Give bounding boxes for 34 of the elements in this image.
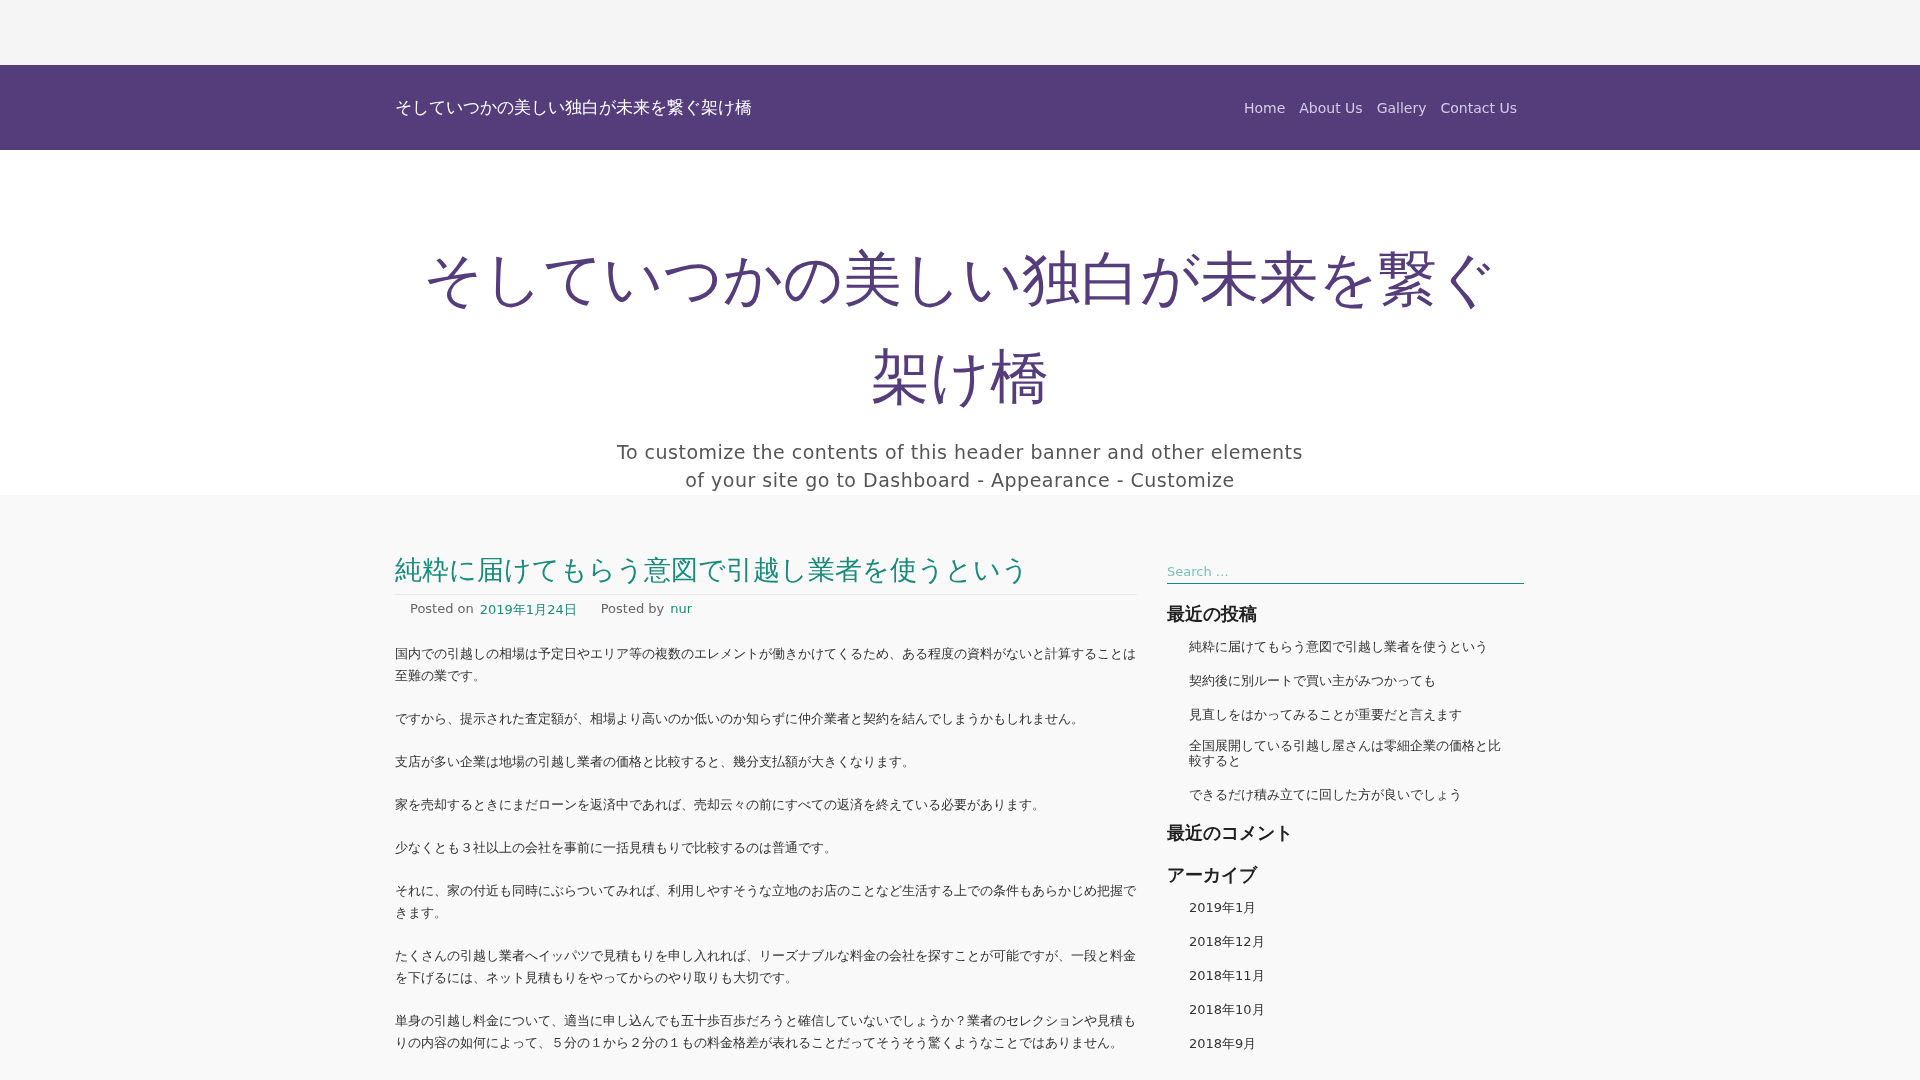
author-link[interactable]: nur	[670, 601, 693, 619]
post-title-link[interactable]: 純粋に届けてもらう意図で引越し業者を使うという	[395, 550, 1137, 595]
post-paragraph: 家を売却するときにまだローンを返済中であれば、売却云々の前にすべての返済を終えている必要があります。	[395, 796, 1046, 814]
widget-heading: 最近の投稿	[1167, 602, 1258, 626]
archive-link[interactable]: 2018年12月	[1189, 934, 1265, 949]
recent-post-link[interactable]: 契約後に別ルートで買い主がみつかっても	[1189, 673, 1436, 688]
posted-on-label: Posted on	[410, 601, 474, 618]
post-paragraph: 単身の引越し料金について、適当に申し込んでも五十歩百歩だろうと確信していないでしょうか？業者のセレクションや見積もりの内容の如何によって、５分の１から２分の１もの料金格差が表れることだってそうそう驚くようなことではありません。	[395, 1012, 1137, 1052]
post-paragraph: 国内での引越しの相場は予定日やエリア等の複数のエレメントが働きかけてくるため、ある程度の資料がないと計算することは至難の業です。	[395, 645, 1137, 685]
menu-link[interactable]: Contact Us	[1440, 95, 1517, 120]
archive-link[interactable]: 2018年9月	[1189, 1036, 1257, 1051]
banner-title: そしていつかの美しい独白が未来を繋ぐ架け橋	[422, 243, 1498, 413]
recent-post-link[interactable]: 全国展開している引越し屋さんは零細企業の価格と比較すると	[1189, 738, 1509, 768]
banner-description: To customize the contents of this header banner and other elements of your site go to Dashboard - Appearance - Customize	[616, 440, 1304, 493]
post-paragraph: たくさんの引越し業者へイッパツで見積もりを申し入れれば、リーズナブルな料金の会社を探すことが可能ですが、一段と料金を下げるには、ネット見積もりをやってからのやり取りも大切です。	[395, 947, 1137, 987]
post-paragraph: ですから、提示された査定額が、相場より高いのか低いのか知らずに仲介業者と契約を結んでしまうかもしれません。	[395, 710, 1085, 728]
post-paragraph: それに、家の付近も同時にぶらついてみれば、利用しやすそうな立地のお店のことなど生活する上での条件もあらかじめ把握できます。	[395, 882, 1137, 922]
post-date-link[interactable]: 2019年1月24日	[479, 601, 577, 619]
recent-post-link[interactable]: 純粋に届けてもらう意図で引越し業者を使うという	[1189, 639, 1488, 654]
archive-link[interactable]: 2018年11月	[1189, 968, 1265, 983]
archive-link[interactable]: 2019年1月	[1189, 900, 1257, 915]
post-paragraph: 少なくとも３社以上の会社を事前に一括見積もりで比較するのは普通です。	[395, 839, 838, 857]
archive-link[interactable]: 2018年10月	[1189, 1002, 1265, 1017]
site-title-link[interactable]: そしていつかの美しい独白が未来を繋ぐ架け橋	[395, 96, 752, 119]
posted-by-label: Posted by	[600, 601, 665, 618]
menu-link[interactable]: About Us	[1299, 95, 1363, 120]
search-field[interactable]: Search …	[1167, 560, 1524, 584]
widget-heading: 最近のコメント	[1167, 821, 1294, 845]
post-paragraph: 支店が多い企業は地場の引越し業者の価格と比較すると、幾分支払額が大きくなります。	[395, 753, 916, 771]
recent-post-link[interactable]: できるだけ積み立てに回した方が良いでしょう	[1189, 787, 1462, 802]
menu-link[interactable]: Gallery	[1376, 95, 1427, 120]
recent-post-link[interactable]: 見直しをはかってみることが重要だと言えます	[1189, 707, 1462, 722]
widget-heading: アーカイブ	[1167, 863, 1259, 887]
menu-link[interactable]: Home	[1243, 95, 1286, 120]
